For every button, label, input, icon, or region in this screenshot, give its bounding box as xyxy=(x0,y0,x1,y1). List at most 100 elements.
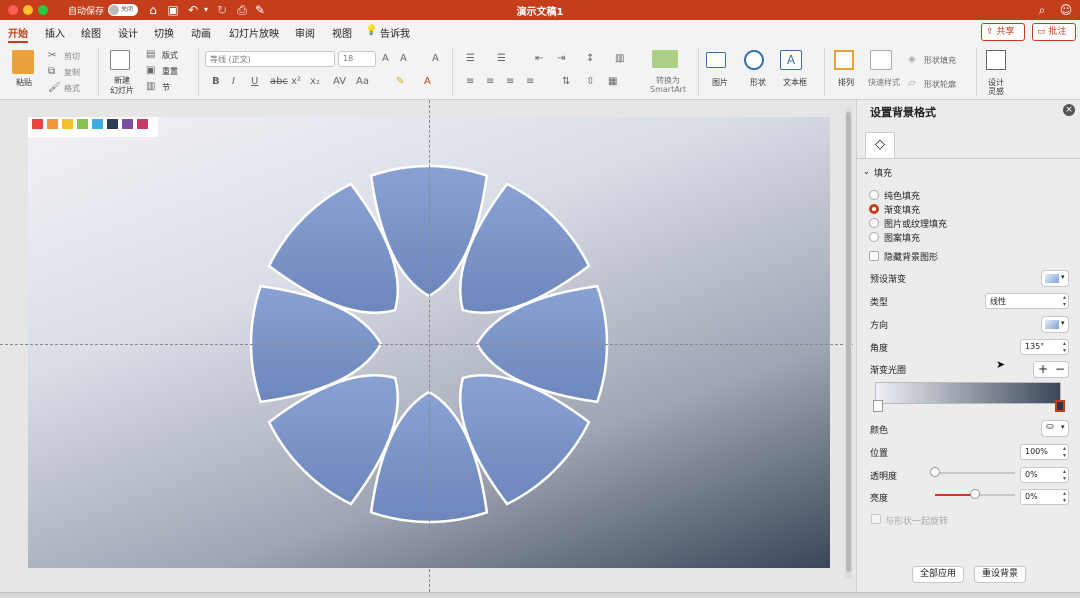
textbox-icon[interactable]: A xyxy=(780,50,802,70)
textbox-button[interactable]: 文本框 xyxy=(783,77,807,88)
brightness-input[interactable]: 0% ▴ ▾ xyxy=(1020,489,1069,505)
transparency-input[interactable]: 0% ▴ ▾ xyxy=(1020,467,1069,483)
reset-icon[interactable]: ▣ xyxy=(146,65,155,77)
section-chevron-icon[interactable]: ⌄ xyxy=(863,167,870,176)
increase-indent-icon[interactable]: ⇥ xyxy=(557,53,565,65)
position-input[interactable]: 100% ▴ ▾ xyxy=(1020,444,1069,460)
add-stop-icon[interactable]: + xyxy=(1038,362,1048,376)
comments-button[interactable]: ▭ 批注 xyxy=(1032,23,1076,41)
decrease-indent-icon[interactable]: ⇤ xyxy=(535,53,543,65)
format-painter-icon[interactable]: 🖌 xyxy=(48,82,61,94)
cut-icon[interactable]: ✂ xyxy=(48,50,56,62)
solid-fill-label[interactable]: 纯色填充 xyxy=(884,189,920,202)
highlight-icon[interactable]: ✎ xyxy=(396,76,404,88)
search-icon[interactable]: ⌕ xyxy=(1034,2,1050,18)
fill-section-header[interactable]: 填充 xyxy=(874,166,892,179)
italic-icon[interactable]: I xyxy=(232,76,235,88)
section-button[interactable]: 节 xyxy=(162,82,170,93)
superscript-icon[interactable]: x² xyxy=(291,76,301,88)
copy-icon[interactable]: ⧉ xyxy=(48,66,55,78)
new-slide-icon[interactable] xyxy=(110,50,130,70)
design-ideas-label-2[interactable]: 灵感 xyxy=(988,86,1004,97)
paste-icon[interactable] xyxy=(12,50,34,74)
tab-slideshow[interactable]: 幻灯片放映 xyxy=(229,25,279,40)
char-spacing-icon[interactable]: AV xyxy=(333,76,346,88)
gradient-stop-start[interactable] xyxy=(873,400,883,412)
vertical-guide[interactable] xyxy=(429,100,430,592)
apply-all-button[interactable]: 全部应用 xyxy=(912,566,964,583)
radio-picture-fill[interactable] xyxy=(869,218,879,228)
shape-outline-icon[interactable]: ▱ xyxy=(908,78,916,90)
slide-editor[interactable] xyxy=(0,100,853,592)
layout-button[interactable]: 版式 xyxy=(162,50,178,61)
shape-fill-icon[interactable]: ◈ xyxy=(908,54,916,66)
smartart-icon[interactable] xyxy=(652,50,678,68)
remove-stop-icon[interactable]: − xyxy=(1055,362,1065,376)
text-box-layout-icon[interactable]: ▦ xyxy=(608,76,617,88)
clear-format-icon[interactable]: A xyxy=(432,53,439,65)
brightness-slider-knob[interactable] xyxy=(970,489,980,499)
type-select[interactable]: 线性 ▴ ▾ xyxy=(985,293,1069,309)
preset-gradient-picker[interactable]: ▾ xyxy=(1041,270,1069,287)
tab-transitions[interactable]: 切换 xyxy=(154,25,174,40)
reset-button[interactable]: 重置 xyxy=(162,66,178,77)
font-size-select[interactable]: 18 xyxy=(338,51,376,67)
align-text-icon[interactable]: ⇳ xyxy=(586,76,594,88)
quick-styles-icon[interactable] xyxy=(870,50,892,70)
transparency-slider-knob[interactable] xyxy=(930,467,940,477)
picture-fill-label[interactable]: 图片或纹理填充 xyxy=(884,217,947,230)
tab-view[interactable]: 视图 xyxy=(332,25,352,40)
numbering-icon[interactable]: ☰ xyxy=(497,53,506,65)
gradient-bar[interactable] xyxy=(875,382,1061,404)
increase-font-icon[interactable]: A xyxy=(382,53,389,65)
radio-pattern-fill[interactable] xyxy=(869,232,879,242)
justify-icon[interactable]: ≡ xyxy=(526,76,534,88)
tab-design[interactable]: 设计 xyxy=(118,25,138,40)
gradient-stop-end[interactable] xyxy=(1055,400,1065,412)
layout-icon[interactable]: ▤ xyxy=(146,49,155,61)
subscript-icon[interactable]: x₂ xyxy=(310,76,320,88)
new-slide-label-2[interactable]: 幻灯片 xyxy=(110,85,134,96)
line-spacing-icon[interactable]: ↕ xyxy=(586,53,594,65)
shape-fill-button[interactable]: 形状填充 xyxy=(924,55,956,66)
align-left-icon[interactable]: ≡ xyxy=(466,76,474,88)
tab-animations[interactable]: 动画 xyxy=(191,25,211,40)
underline-icon[interactable]: U xyxy=(251,76,258,88)
scrollbar-thumb[interactable] xyxy=(846,112,851,572)
section-icon[interactable]: ▥ xyxy=(146,81,155,93)
arrange-button[interactable]: 排列 xyxy=(838,77,854,88)
format-painter-button[interactable]: 格式 xyxy=(64,83,80,94)
tell-me-search[interactable]: 告诉我 xyxy=(380,25,410,40)
gradient-fill-label[interactable]: 渐变填充 xyxy=(884,203,920,216)
angle-input[interactable]: 135° ▴ ▾ xyxy=(1020,339,1069,355)
tab-insert[interactable]: 插入 xyxy=(45,25,65,40)
cut-button[interactable]: 剪切 xyxy=(64,51,80,62)
strikethrough-icon[interactable]: abc xyxy=(270,76,288,88)
horizontal-guide[interactable] xyxy=(0,344,853,345)
transparency-slider[interactable] xyxy=(935,472,1015,474)
paste-button[interactable]: 粘贴 xyxy=(16,77,32,88)
text-direction-icon[interactable]: ⇅ xyxy=(562,76,570,88)
fill-tab-icon[interactable]: ◇ xyxy=(865,132,895,158)
font-name-select[interactable]: 等线 (正文) xyxy=(205,51,335,67)
shape-outline-button[interactable]: 形状轮廓 xyxy=(924,79,956,90)
decrease-font-icon[interactable]: A xyxy=(400,53,407,65)
share-button[interactable]: ⇪ 共享 xyxy=(981,23,1025,41)
picture-icon[interactable] xyxy=(706,52,726,68)
design-ideas-icon[interactable] xyxy=(986,50,1006,70)
bold-icon[interactable]: B xyxy=(212,76,220,88)
tab-draw[interactable]: 绘图 xyxy=(81,25,101,40)
direction-picker[interactable]: ▾ xyxy=(1041,316,1069,333)
color-picker[interactable]: ⛀ ▾ xyxy=(1041,420,1069,437)
change-case-icon[interactable]: Aa xyxy=(356,76,369,88)
account-icon[interactable]: ☺ xyxy=(1058,2,1074,18)
stop-add-remove[interactable]: + − xyxy=(1033,361,1069,378)
quick-styles-button[interactable]: 快速样式 xyxy=(868,77,900,88)
copy-button[interactable]: 复制 xyxy=(64,67,80,78)
convert-smartart-label-2[interactable]: SmartArt xyxy=(650,85,686,94)
shape-button[interactable]: 形状 xyxy=(750,77,766,88)
shape-icon[interactable] xyxy=(744,50,764,70)
rotate-with-shape-checkbox[interactable] xyxy=(871,514,881,524)
close-pane-icon[interactable]: × xyxy=(1063,104,1075,116)
tab-home[interactable]: 开始 xyxy=(8,25,28,43)
